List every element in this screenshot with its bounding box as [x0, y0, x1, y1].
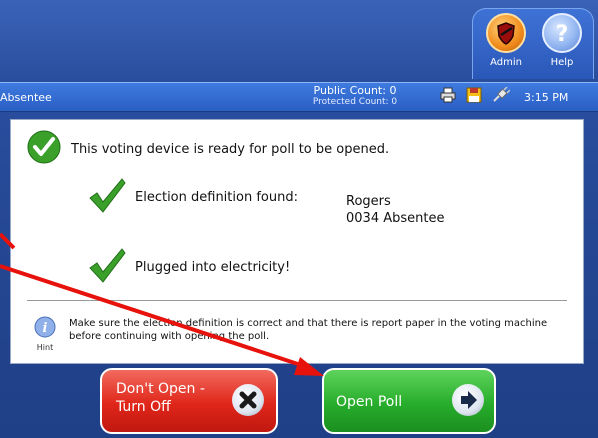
- check-circle-icon: [27, 130, 61, 168]
- help-label: Help: [550, 57, 574, 68]
- election-definition-label: Election definition found:: [135, 189, 298, 205]
- admin-button[interactable]: Admin: [479, 13, 533, 68]
- public-count: Public Count: 0: [313, 84, 397, 97]
- election-precinct: 0034 Absentee: [346, 211, 445, 226]
- admin-label: Admin: [490, 57, 522, 68]
- protected-count: Protected Count: 0: [312, 97, 398, 107]
- dont-open-label-line1: Don't Open -: [116, 381, 205, 397]
- dont-open-label-line2: Turn Off: [116, 399, 171, 415]
- admin-help-panel: Admin ? Help: [472, 8, 594, 79]
- election-name: Rogers: [346, 194, 391, 209]
- hint-label: Hint: [36, 343, 54, 352]
- dont-open-label: Don't Open - Turn Off: [116, 380, 205, 416]
- clock: 3:15 PM: [524, 90, 569, 104]
- shield-icon: [486, 13, 526, 53]
- hint-button[interactable]: i Hint: [25, 316, 65, 352]
- printer-icon: [440, 87, 456, 107]
- svg-text:i: i: [43, 321, 48, 336]
- election-mode: Absentee: [0, 91, 52, 104]
- voting-screen: Admin ? Help Absentee Public Count: 0 Pr…: [0, 0, 598, 438]
- dont-open-turn-off-button[interactable]: Don't Open - Turn Off: [100, 368, 278, 434]
- status-icons: 3:15 PM: [440, 86, 569, 107]
- status-bar: Absentee Public Count: 0 Protected Count…: [0, 82, 598, 112]
- hint-text: Make sure the election definition is cor…: [69, 318, 548, 342]
- help-button[interactable]: ? Help: [535, 13, 589, 68]
- open-poll-button[interactable]: Open Poll: [322, 368, 496, 434]
- info-icon: i: [34, 316, 56, 342]
- electricity-status: Plugged into electricity!: [87, 246, 290, 288]
- election-definition-value: Rogers 0034 Absentee: [346, 193, 444, 227]
- ready-message: This voting device is ready for poll to …: [71, 141, 390, 157]
- checkmark-icon: [87, 176, 127, 218]
- ballot-counts: Public Count: 0 Protected Count: 0: [300, 84, 410, 108]
- svg-text:?: ?: [556, 22, 569, 47]
- arrow-right-icon: [452, 384, 484, 416]
- ready-status: This voting device is ready for poll to …: [27, 130, 389, 168]
- floppy-disk-icon: [466, 87, 482, 107]
- open-poll-label: Open Poll: [336, 394, 403, 410]
- electricity-label: Plugged into electricity!: [135, 259, 291, 275]
- close-icon: [232, 384, 264, 416]
- question-mark-icon: ?: [542, 13, 582, 53]
- poll-status-panel: This voting device is ready for poll to …: [10, 119, 584, 364]
- power-plug-icon: [492, 86, 511, 107]
- election-definition-status: Election definition found:: [87, 176, 298, 218]
- checkmark-icon: [87, 246, 127, 288]
- top-bar: Admin ? Help: [0, 0, 598, 82]
- divider: [27, 300, 567, 301]
